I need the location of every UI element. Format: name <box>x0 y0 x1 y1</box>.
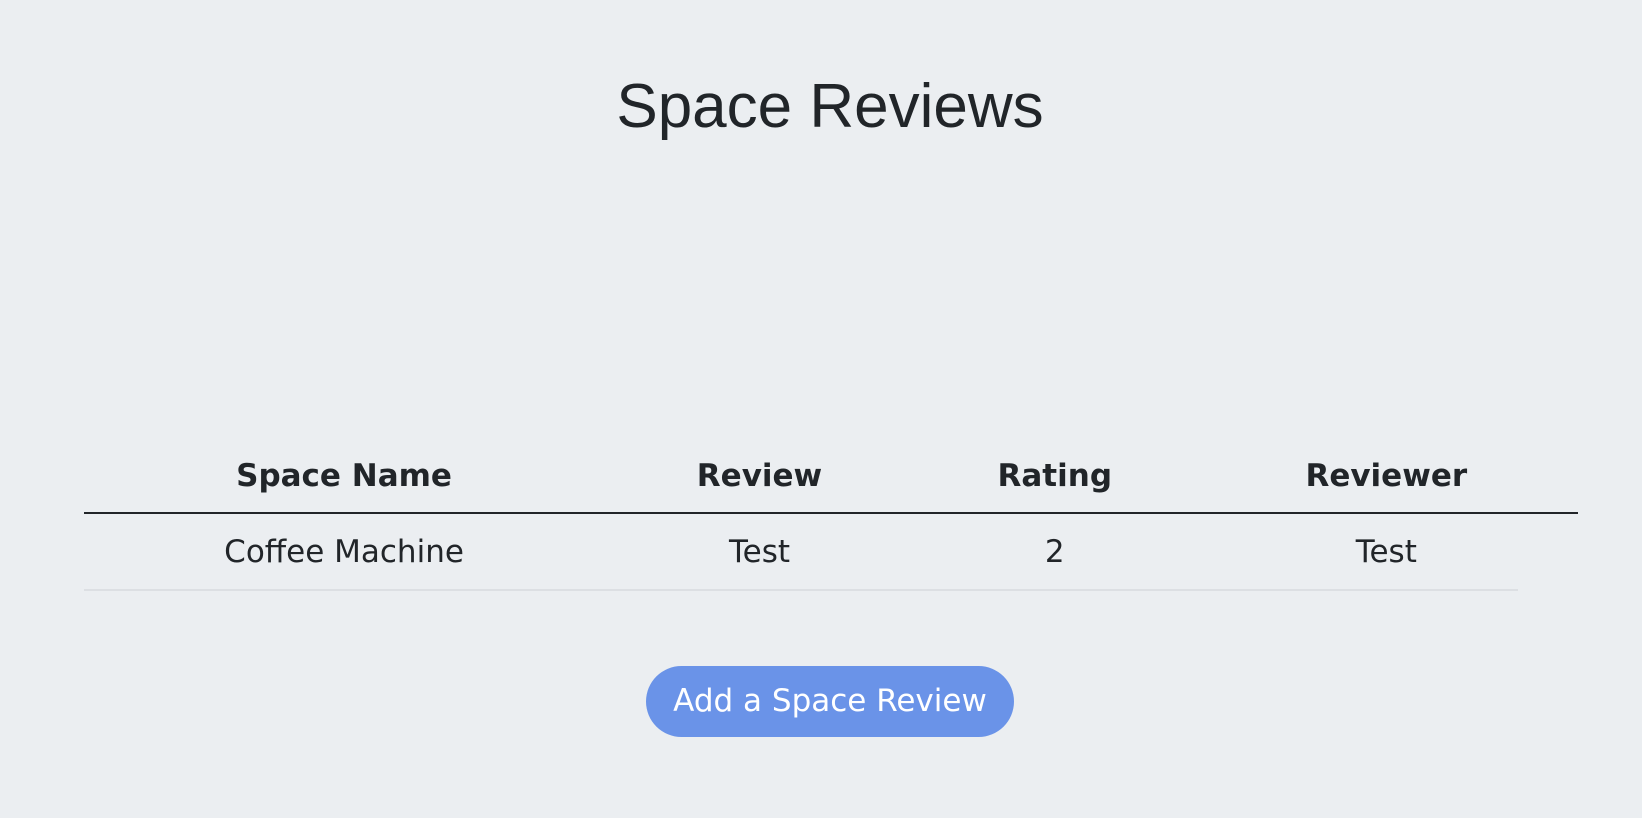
column-header-reviewer: Reviewer <box>1194 440 1578 514</box>
page-title: Space Reviews <box>616 72 1044 141</box>
cell-space-name: Coffee Machine <box>224 534 464 570</box>
table-header: Space Name Review Rating Reviewer <box>84 440 1578 514</box>
cell-review: Test <box>728 534 791 570</box>
table-row: Coffee Machine Test 2 Test <box>84 513 1578 590</box>
header-row: Space Name Review Rating Reviewer <box>84 440 1578 514</box>
cell-reviewer: Test <box>1355 534 1417 570</box>
table-body: Coffee Machine Test 2 Test <box>84 513 1578 590</box>
column-header-rating: Rating <box>914 440 1195 514</box>
page: Space Reviews Space Name Review Rating R… <box>0 0 1642 818</box>
row-divider <box>84 589 1518 591</box>
add-space-review-button[interactable]: Add a Space Review <box>646 666 1014 737</box>
column-header-review: Review <box>604 440 915 514</box>
column-header-space-name: Space Name <box>84 440 605 514</box>
reviews-table: Space Name Review Rating Reviewer Coffee… <box>84 440 1578 590</box>
cell-rating: 2 <box>1044 534 1065 570</box>
